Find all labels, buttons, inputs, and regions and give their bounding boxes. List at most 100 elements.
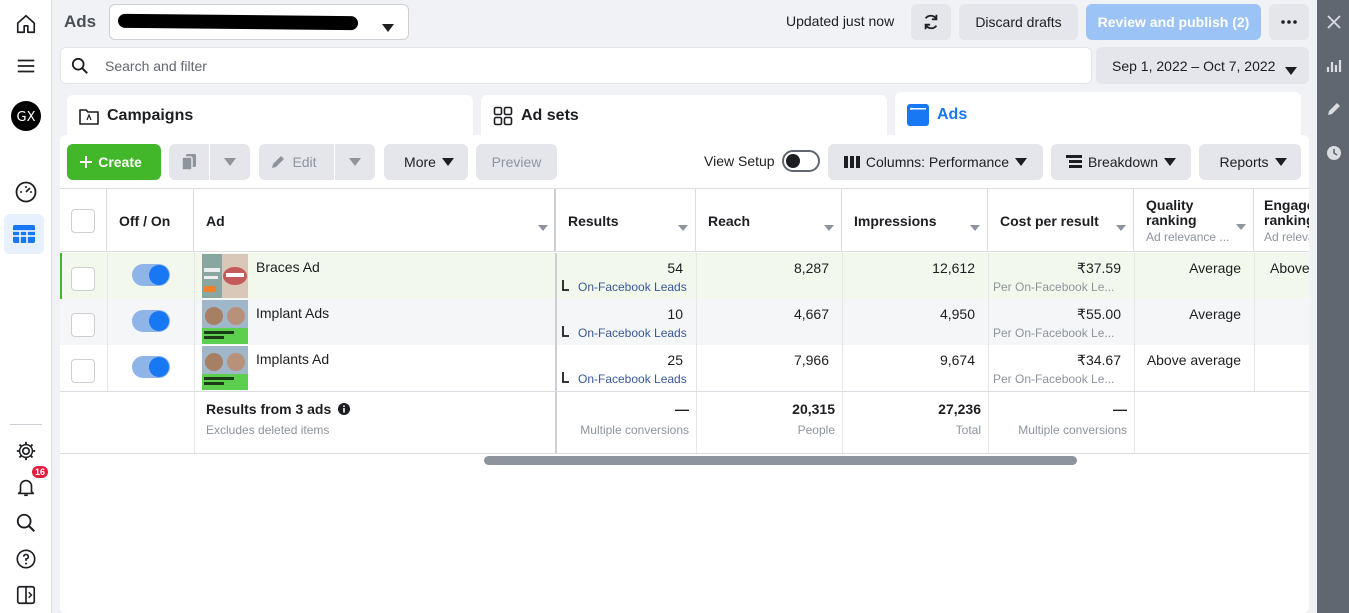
totals-cpr-sub: Multiple conversions <box>1018 423 1127 437</box>
create-button[interactable]: Create <box>67 144 161 180</box>
side-panel-toggle-icon[interactable] <box>10 579 42 611</box>
totals-results: — <box>675 401 689 417</box>
result-type-link[interactable]: On-Facebook Leads <box>578 326 687 340</box>
columns-button[interactable]: Columns: Performance <box>828 144 1043 180</box>
chevron-down-icon <box>1164 158 1177 166</box>
row-checkbox[interactable] <box>71 359 95 383</box>
table-row[interactable]: Braces Ad 54 On-Facebook Leads 8,287 12,… <box>60 253 1310 299</box>
table-row[interactable]: Implants Ad 25 On-Facebook Leads 7,966 9… <box>60 345 1309 391</box>
more-button[interactable]: More <box>384 144 468 180</box>
duplicate-button[interactable] <box>169 144 209 180</box>
duplicate-dropdown[interactable] <box>210 144 250 180</box>
header-impressions[interactable]: Impressions <box>842 189 988 253</box>
header-cost-per-result[interactable]: Cost per result <box>988 189 1134 253</box>
settings-gear-icon[interactable] <box>10 435 42 467</box>
ad-thumbnail[interactable] <box>202 346 248 390</box>
reach-value: 4,667 <box>793 306 829 322</box>
history-clock-icon[interactable] <box>1325 144 1343 162</box>
date-range-picker[interactable]: Sep 1, 2022 – Oct 7, 2022 <box>1096 47 1309 84</box>
chart-icon[interactable] <box>1325 57 1343 75</box>
account-selector[interactable] <box>109 4 409 40</box>
ad-on-off-toggle[interactable] <box>132 356 170 378</box>
download-icon <box>562 325 570 341</box>
preview-button[interactable]: Preview <box>476 144 557 180</box>
account-avatar[interactable]: GX <box>10 100 42 132</box>
close-icon[interactable] <box>1325 13 1343 31</box>
search-input[interactable] <box>105 56 1005 76</box>
header-ad[interactable]: Ad <box>194 189 556 253</box>
result-type-link[interactable]: On-Facebook Leads <box>578 280 687 294</box>
grid-icon <box>493 106 513 126</box>
search-filter-bar[interactable] <box>60 47 1092 84</box>
row-checkbox[interactable] <box>71 313 95 337</box>
more-options-button[interactable] <box>1269 4 1309 40</box>
sort-caret-icon <box>970 218 980 234</box>
tab-ads[interactable]: Ads <box>895 92 1301 138</box>
header-off-on[interactable]: Off / On <box>107 189 194 253</box>
totals-reach: 20,315 <box>792 401 835 417</box>
cpr-subtext: Per On-Facebook Le... <box>993 326 1115 340</box>
header-quality-ranking[interactable]: Quality ranking Ad relevance ... <box>1134 189 1254 253</box>
pencil-icon[interactable] <box>1325 100 1343 118</box>
download-icon <box>562 279 570 295</box>
edit-dropdown[interactable] <box>335 144 375 180</box>
tab-campaigns[interactable]: Campaigns <box>67 95 473 137</box>
dashboard-gauge-icon[interactable] <box>10 176 42 208</box>
tab-label: Ads <box>937 106 968 123</box>
result-type-link[interactable]: On-Facebook Leads <box>578 372 687 386</box>
search-icon <box>71 57 89 78</box>
totals-label: Results from 3 ads <box>206 401 351 417</box>
ad-name[interactable]: Braces Ad <box>256 259 320 275</box>
row-checkbox[interactable] <box>71 267 95 291</box>
download-icon <box>562 371 570 387</box>
review-publish-button[interactable]: Review and publish (2) <box>1086 4 1261 40</box>
header-reach[interactable]: Reach <box>696 189 842 253</box>
left-nav-rail: GX 16 <box>0 0 52 613</box>
notification-badge: 16 <box>31 466 48 478</box>
header-results[interactable]: Results <box>556 189 696 253</box>
view-setup-label: View Setup <box>704 153 775 169</box>
breakdown-button[interactable]: Breakdown <box>1051 144 1191 180</box>
folder-icon <box>79 107 99 125</box>
tab-label: Ad sets <box>521 107 579 124</box>
tab-ad-sets[interactable]: Ad sets <box>481 95 887 137</box>
ad-name[interactable]: Implants Ad <box>256 351 329 367</box>
ad-thumbnail[interactable] <box>202 254 248 298</box>
chevron-down-icon <box>349 158 361 166</box>
help-icon[interactable] <box>10 543 42 575</box>
ads-manager-table-icon[interactable] <box>4 214 44 254</box>
refresh-button[interactable] <box>911 4 951 40</box>
refresh-icon <box>924 14 938 30</box>
cpr-subtext: Per On-Facebook Le... <box>993 372 1115 386</box>
sort-caret-icon <box>538 218 548 234</box>
totals-results-sub: Multiple conversions <box>580 423 689 437</box>
menu-icon[interactable] <box>10 50 42 82</box>
ad-on-off-toggle[interactable] <box>132 310 170 332</box>
chevron-down-icon <box>382 19 394 35</box>
ad-thumbnail[interactable] <box>202 300 248 344</box>
chevron-down-icon <box>1015 158 1028 166</box>
ad-name[interactable]: Implant Ads <box>256 305 329 321</box>
table-row[interactable]: Implant Ads 10 On-Facebook Leads 4,667 4… <box>60 299 1309 345</box>
notifications-bell-icon[interactable]: 16 <box>10 466 48 503</box>
sort-caret-icon <box>678 218 688 234</box>
results-value: 10 <box>667 306 683 322</box>
edit-button[interactable]: Edit <box>259 144 334 180</box>
cpr-value: ₹34.67 <box>1077 352 1121 368</box>
chevron-down-icon <box>1274 158 1287 166</box>
search-icon[interactable] <box>10 507 42 539</box>
view-setup-toggle[interactable] <box>782 150 820 172</box>
header-engagement-ranking[interactable]: Engagement rate rankingAd relevance ... <box>1254 189 1309 253</box>
totals-subtext: Excludes deleted items <box>206 423 330 437</box>
reach-value: 8,287 <box>793 260 829 276</box>
impressions-value: 9,674 <box>939 352 975 368</box>
home-icon[interactable] <box>10 8 42 40</box>
reports-button[interactable]: Reports <box>1199 144 1301 180</box>
totals-cpr: — <box>1113 401 1127 417</box>
discard-drafts-button[interactable]: Discard drafts <box>959 4 1078 40</box>
horizontal-scrollbar[interactable] <box>484 456 1077 465</box>
ad-on-off-toggle[interactable] <box>132 264 170 286</box>
quality-ranking-value: Average <box>1189 306 1241 322</box>
chevron-down-icon <box>441 158 454 166</box>
impressions-value: 12,612 <box>932 260 975 276</box>
